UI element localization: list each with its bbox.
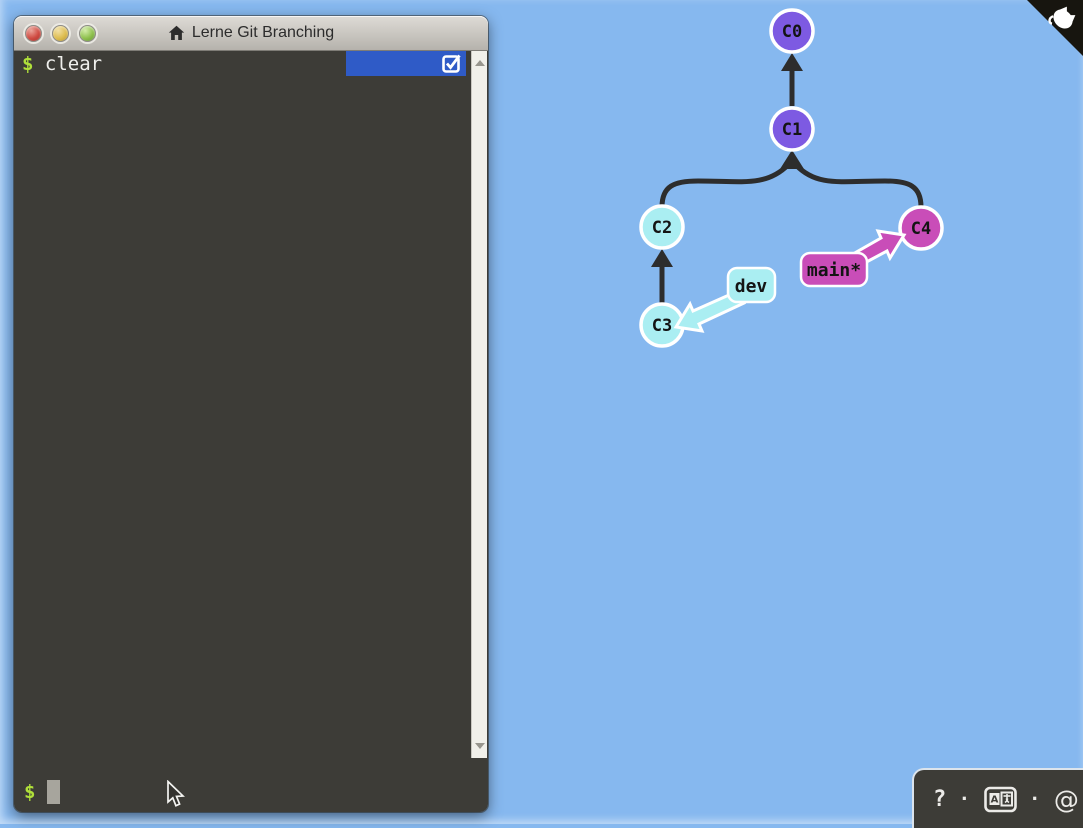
commit-c0-label: C0 [782,22,802,42]
history-command: clear [45,53,102,75]
text-cursor [47,780,60,804]
help-button[interactable]: ? [933,787,946,812]
mouse-pointer-icon [166,780,188,810]
main-branch-label: main* [801,253,867,286]
checkbox-checked-icon[interactable] [441,53,463,75]
commit-c2-label: C2 [652,218,672,238]
terminal-content[interactable]: $ clear $ [14,51,488,812]
history-prompt: $ [22,53,33,75]
commit-c4-label: C4 [911,219,931,239]
commit-c1-label: C1 [782,120,802,140]
github-corner-banner[interactable] [1027,0,1083,56]
home-icon [168,25,185,41]
arrowhead-to-c2 [651,249,673,267]
threads-social-icon[interactable]: @ [1054,785,1079,814]
terminal-input-row[interactable]: $ [24,780,60,804]
commit-c3-label: C3 [652,316,672,336]
svg-text:A: A [990,794,998,805]
window-titlebar[interactable]: Lerne Git Branching [14,16,488,51]
terminal-scrollbar[interactable] [471,51,487,758]
selection-highlight[interactable] [346,51,466,76]
arrowhead-to-c0 [781,53,803,71]
svg-text:main*: main* [807,260,861,281]
edge-c4-c1 [796,165,921,207]
scrollbar-up-arrow[interactable] [475,60,485,66]
scrollbar-down-arrow[interactable] [475,743,485,749]
terminal-window: Lerne Git Branching $ clear $ [14,16,488,812]
arrowhead-to-c1 [780,150,804,169]
input-prompt: $ [24,781,35,803]
terminal-history-line: $ clear [22,53,102,75]
edge-c2-c1 [662,165,788,207]
language-translate-icon[interactable]: A [984,786,1017,813]
dev-branch-label: dev [728,268,775,302]
graph-edges [662,71,921,303]
window-title: Lerne Git Branching [14,24,488,42]
window-title-text: Lerne Git Branching [192,24,334,42]
svg-text:dev: dev [735,276,768,297]
footer-toolbar: ? · A · @ [912,768,1083,828]
